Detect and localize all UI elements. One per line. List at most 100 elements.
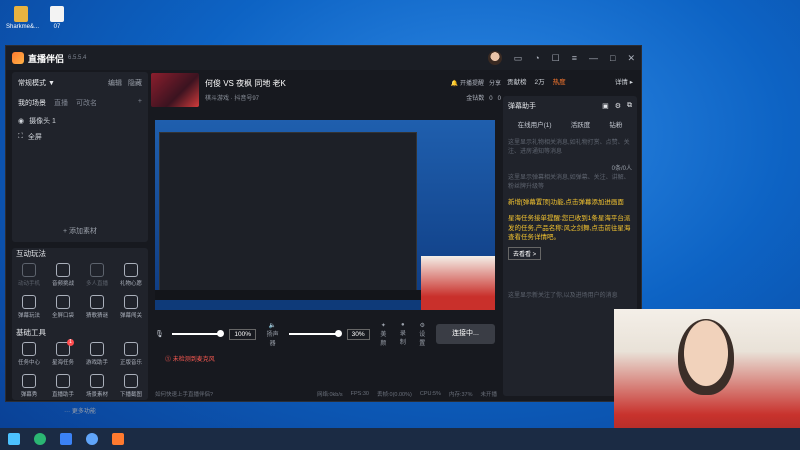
contribution-tab[interactable]: 贡献榜 xyxy=(507,76,527,86)
settings-button[interactable]: ⚙ 设置 xyxy=(417,322,428,347)
screenshot-icon xyxy=(124,374,138,388)
coin-label: 金钻数 xyxy=(466,96,485,102)
connect-button[interactable]: 连接中... xyxy=(435,324,495,344)
mic-volume-value[interactable]: 100% xyxy=(229,328,257,340)
file-icon xyxy=(14,6,28,22)
desktop-shortcut[interactable]: Sharkme&... xyxy=(6,6,39,30)
status-bar: 如何快速上手直播伴侣? 网络:0kb/s FPS:30 丢帧:0(0.00%) … xyxy=(151,388,501,400)
streamer-face xyxy=(678,319,734,395)
task-icon xyxy=(22,342,36,356)
record-icon: ● xyxy=(401,322,405,328)
settings-icon[interactable] xyxy=(86,433,98,445)
edge-icon[interactable] xyxy=(34,433,46,445)
feedback-icon[interactable]: ☐ xyxy=(552,53,560,64)
interactive-title: 互动玩法 xyxy=(16,249,46,258)
live-preview[interactable] xyxy=(155,120,495,310)
help-link[interactable]: 如何快速上手直播伴侣? xyxy=(155,390,213,398)
danmu-tip: 这里显示弹幕相关消息,如弹幕、关注、讲解、粉丝牌升级等 xyxy=(508,175,630,190)
edit-button[interactable]: 编辑 xyxy=(108,78,122,88)
source-item[interactable]: ◉ 摄像头 1 xyxy=(18,116,142,126)
gift-tip: 这里显示礼物相关消息,如礼物打赏、点赞、关注、进房通知等消息 xyxy=(508,140,630,155)
mic-warning: ⓵ 未检测到麦克风 xyxy=(165,357,215,363)
ad-icon: 1 xyxy=(56,339,74,356)
likes-count: 0 xyxy=(489,96,493,102)
camera-icon: ◉ xyxy=(18,118,25,125)
headset-icon[interactable]: ◔ xyxy=(534,53,539,63)
maximize-icon[interactable]: □ xyxy=(610,53,615,63)
go-see-button[interactable]: 去看看 > xyxy=(508,247,542,260)
windows-taskbar xyxy=(0,428,800,450)
pin-icon[interactable]: ▣ xyxy=(602,102,609,110)
source-item[interactable]: ⛶ 全屏 xyxy=(18,132,142,142)
room-title[interactable]: 何俊 VS 夜枫 同地 老K xyxy=(205,78,286,89)
minimize-icon[interactable]: — xyxy=(589,53,598,63)
windows-icon[interactable] xyxy=(8,433,20,445)
live-icon[interactable] xyxy=(112,433,124,445)
close-icon[interactable]: ✕ xyxy=(627,53,635,64)
menu-icon[interactable]: ≡ xyxy=(572,53,577,63)
more-features-button[interactable]: ··· 更多功能 xyxy=(12,406,148,415)
detail-button[interactable]: 详情 ▸ xyxy=(615,76,633,86)
tab-diamond-fans[interactable]: 钻粉 xyxy=(609,119,622,129)
memory: 内存:37% xyxy=(448,392,473,398)
room-cover[interactable] xyxy=(151,73,199,107)
notification-badge: 1 xyxy=(67,339,74,346)
tool-item[interactable]: 场景素材 xyxy=(80,374,114,398)
fps: FPS:30 xyxy=(350,391,369,397)
camera-overlay[interactable] xyxy=(421,256,495,310)
mic-volume-slider[interactable] xyxy=(171,330,224,337)
beauty-button[interactable]: ✦ 美颜 xyxy=(378,322,389,347)
hide-button[interactable]: 隐藏 xyxy=(128,78,142,88)
settings-icon[interactable]: ⚙ xyxy=(615,102,621,110)
mode-select[interactable]: 常规模式 ▼ xyxy=(18,78,55,88)
tool-item[interactable]: 下播截图 xyxy=(114,374,148,398)
tool-item[interactable]: 任务中心 xyxy=(12,342,46,366)
followers-count: 0 xyxy=(497,96,501,102)
speaker-volume-slider[interactable] xyxy=(289,330,342,337)
gear-icon: ⚙ xyxy=(419,322,425,329)
desktop-shortcut[interactable]: 07 xyxy=(42,6,72,30)
popout-icon[interactable]: ⧉ xyxy=(627,102,632,110)
title-bar: 直播伴侣 6.5.5.4 ▭ ◔ ☐ ≡ — □ ✕ xyxy=(6,46,641,70)
tool-item[interactable]: 弹幕玩法 xyxy=(12,295,46,319)
store-icon[interactable] xyxy=(60,433,72,445)
danmu-title: 弹幕助手 xyxy=(508,103,536,110)
tool-item[interactable]: 猜歌猜谜 xyxy=(80,295,114,319)
scene-panel: 常规模式 ▼ 编辑 隐藏 我的场景 直播 可改名 + ◉ 摄像头 1 ⛶ 全屏 … xyxy=(12,72,148,242)
audio-controls: 🎙 100% 🔈 扬声器 30% ✦ 美颜 ● 录制 ⚙ 设置 连接中... xyxy=(155,314,501,354)
tool-item[interactable]: 1 星海任务 xyxy=(46,339,80,366)
message-icon[interactable]: ▭ xyxy=(514,53,523,64)
puzzle-icon xyxy=(124,295,138,309)
tool-item[interactable]: 动动手机 xyxy=(12,263,46,287)
notice-button[interactable]: 开播提醒 xyxy=(460,81,484,87)
tool-item[interactable]: 弹幕秀 xyxy=(12,374,46,398)
screen-icon: ⛶ xyxy=(18,133,23,140)
download-icon xyxy=(22,295,36,309)
mic-icon[interactable]: 🎙 xyxy=(155,330,164,338)
tab-live[interactable]: 直播 xyxy=(54,98,68,108)
pin-feature-tip: 新增[弹幕置顶]功能,点击弹幕添加进画面 xyxy=(508,199,624,206)
share-button[interactable]: 分享 xyxy=(489,81,501,87)
tool-item[interactable]: 礼物心愿 xyxy=(114,263,148,287)
record-button[interactable]: ● 录制 xyxy=(397,322,408,346)
add-scene-icon[interactable]: + xyxy=(138,98,142,108)
tool-item[interactable]: 多人直播 xyxy=(80,263,114,287)
music-icon xyxy=(124,342,138,356)
tool-item[interactable]: 正版音乐 xyxy=(114,342,148,366)
tab-my-scene[interactable]: 我的场景 xyxy=(18,98,46,108)
tab-activity[interactable]: 活跃度 xyxy=(571,119,591,129)
tool-item[interactable]: 直播助手 xyxy=(46,374,80,398)
add-source-button[interactable]: + 添加素材 xyxy=(12,226,148,236)
tool-item[interactable]: 音频挑战 xyxy=(46,263,80,287)
tool-item[interactable]: 游戏助手 xyxy=(80,342,114,366)
speaker-control[interactable]: 🔈 扬声器 xyxy=(264,322,281,347)
material-icon xyxy=(90,374,104,388)
tool-item[interactable]: 全屏口袋 xyxy=(46,295,80,319)
tool-item[interactable]: 弹幕闯关 xyxy=(114,295,148,319)
users-icon xyxy=(90,263,104,277)
speaker-volume-value[interactable]: 30% xyxy=(346,328,370,340)
tab-online-users[interactable]: 在线用户(1) xyxy=(518,119,552,129)
user-avatar[interactable] xyxy=(487,51,502,65)
danmu-show-icon xyxy=(22,374,36,388)
tab-rename[interactable]: 可改名 xyxy=(76,98,97,108)
